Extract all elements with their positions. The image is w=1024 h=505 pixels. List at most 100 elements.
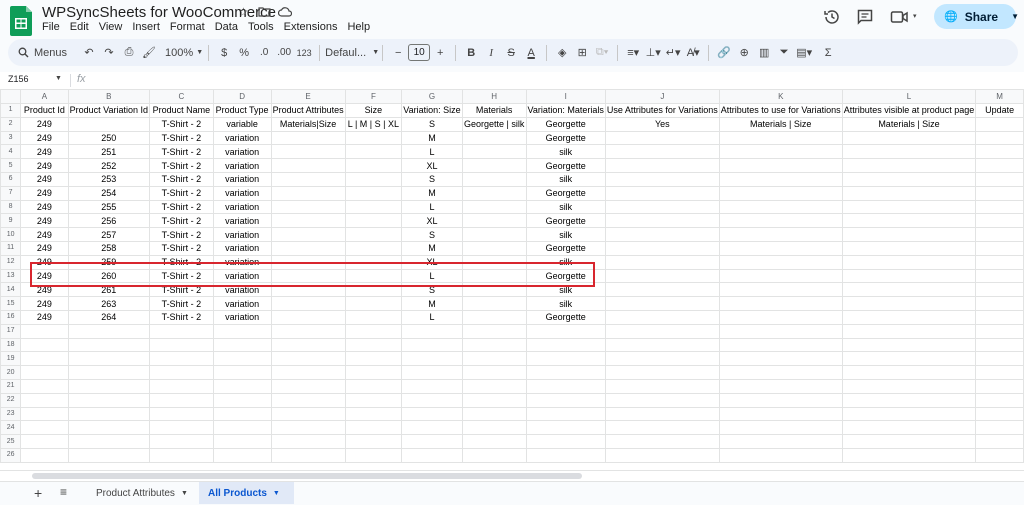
row-header[interactable]: 19	[0, 351, 22, 367]
cell[interactable]	[344, 171, 403, 187]
header-cell[interactable]: Product Name	[148, 103, 214, 118]
cell[interactable]	[718, 309, 843, 325]
cell[interactable]	[718, 378, 843, 394]
cell[interactable]	[20, 323, 69, 339]
column-header[interactable]: J	[604, 89, 720, 104]
cell[interactable]	[148, 406, 214, 422]
decrease-decimal-button[interactable]: .0	[254, 42, 274, 64]
cell[interactable]	[975, 268, 1024, 284]
zoom-select[interactable]: 100% ▼	[165, 42, 203, 64]
cell[interactable]: T-Shirt - 2	[148, 240, 214, 256]
select-all-corner[interactable]	[0, 89, 22, 104]
cell[interactable]: 258	[67, 240, 150, 256]
cell[interactable]	[67, 365, 150, 380]
cell[interactable]: T-Shirt - 2	[148, 116, 214, 132]
functions-button[interactable]: Σ	[818, 42, 838, 64]
cell[interactable]	[67, 351, 150, 367]
column-header[interactable]: I	[525, 89, 606, 104]
row-header[interactable]: 3	[0, 130, 22, 146]
insert-comment-icon[interactable]: ⊕	[734, 42, 754, 64]
cell[interactable]	[401, 447, 463, 463]
cell[interactable]: T-Shirt - 2	[148, 213, 214, 229]
cell[interactable]	[344, 158, 403, 173]
cell[interactable]	[525, 434, 606, 449]
cell[interactable]	[270, 406, 346, 422]
cell[interactable]	[344, 213, 403, 229]
cell[interactable]: 263	[67, 296, 150, 311]
font-family-select[interactable]: Defaul... ▼	[325, 42, 379, 64]
cell[interactable]: 249	[20, 213, 69, 229]
row-header[interactable]: 16	[0, 309, 22, 325]
all-sheets-menu-icon[interactable]: ≡	[60, 485, 67, 499]
row-header[interactable]: 21	[0, 378, 22, 394]
cell[interactable]	[212, 337, 272, 353]
cell[interactable]	[344, 337, 403, 353]
cell[interactable]: variation	[212, 185, 272, 201]
row-header[interactable]: 20	[0, 365, 22, 380]
cell[interactable]	[148, 323, 214, 339]
cell[interactable]	[718, 434, 843, 449]
cell[interactable]: 250	[67, 130, 150, 146]
cell[interactable]	[401, 323, 463, 339]
row-header[interactable]: 2	[0, 116, 22, 132]
cell[interactable]	[604, 296, 720, 311]
strikethrough-icon[interactable]: S	[501, 42, 521, 64]
filter-views-icon[interactable]: ▤▾	[794, 42, 814, 64]
vertical-align-icon[interactable]: ⊥▾	[643, 42, 663, 64]
column-header[interactable]: C	[148, 89, 214, 104]
share-button[interactable]: 🌐 Share ▼	[934, 4, 1019, 29]
menu-view[interactable]: View	[94, 21, 128, 33]
cell[interactable]: 249	[20, 199, 69, 215]
cell[interactable]	[148, 447, 214, 463]
cell[interactable]	[20, 434, 69, 449]
cell[interactable]	[401, 337, 463, 353]
cell[interactable]: variation	[212, 240, 272, 256]
cell[interactable]	[841, 351, 977, 367]
cell[interactable]	[461, 185, 527, 201]
bold-button[interactable]: B	[461, 42, 481, 64]
cell[interactable]	[270, 199, 346, 215]
cell[interactable]	[344, 185, 403, 201]
cell[interactable]	[718, 185, 843, 201]
cell[interactable]	[270, 309, 346, 325]
cell[interactable]	[975, 337, 1024, 353]
cell[interactable]	[604, 434, 720, 449]
share-dropdown-icon[interactable]: ▼	[1011, 12, 1019, 21]
cell[interactable]	[20, 447, 69, 463]
cell[interactable]	[461, 227, 527, 242]
cell[interactable]	[20, 337, 69, 353]
cell[interactable]	[975, 158, 1024, 173]
cell[interactable]	[604, 185, 720, 201]
cell[interactable]	[67, 378, 150, 394]
cell[interactable]	[604, 337, 720, 353]
header-cell[interactable]: Size	[344, 103, 403, 118]
cell[interactable]	[841, 158, 977, 173]
header-cell[interactable]: Variation: Size	[401, 103, 463, 118]
merge-cells-icon[interactable]: ⧉▾	[592, 42, 612, 64]
cell[interactable]	[604, 171, 720, 187]
header-cell[interactable]: Use Attributes for Variations	[604, 103, 720, 118]
cell[interactable]: Georgette	[525, 213, 606, 229]
row-header[interactable]: 18	[0, 337, 22, 353]
cell[interactable]	[67, 392, 150, 408]
star-icon[interactable]: ☆	[238, 5, 249, 19]
cell[interactable]: variation	[212, 213, 272, 229]
header-cell[interactable]: Materials	[461, 103, 527, 118]
cell[interactable]	[841, 434, 977, 449]
cell[interactable]	[525, 447, 606, 463]
cell[interactable]	[461, 420, 527, 436]
cell[interactable]: variation	[212, 171, 272, 187]
italic-button[interactable]: I	[481, 42, 501, 64]
cell[interactable]	[975, 365, 1024, 380]
cell[interactable]	[975, 130, 1024, 146]
cell[interactable]	[20, 365, 69, 380]
cell[interactable]	[718, 420, 843, 436]
cell[interactable]	[67, 447, 150, 463]
cell[interactable]	[718, 213, 843, 229]
cell[interactable]	[461, 323, 527, 339]
borders-icon[interactable]: ⊞	[572, 42, 592, 64]
row-header[interactable]: 9	[0, 213, 22, 229]
cell[interactable]	[718, 406, 843, 422]
cell[interactable]: 249	[20, 296, 69, 311]
cell[interactable]	[461, 378, 527, 394]
